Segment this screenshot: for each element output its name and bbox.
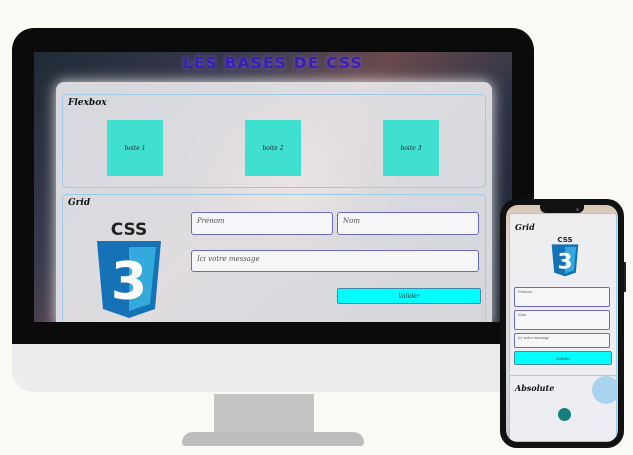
flex-box-1: boite 1: [107, 120, 163, 176]
firstname-field[interactable]: Prénom: [191, 212, 333, 235]
mobile-absolute-title: Absolute: [515, 383, 555, 393]
page-panel: Flexbox boite 1 boite 2 boite 3 Grid CSS…: [56, 82, 492, 322]
flex-box-3: boite 3: [383, 120, 439, 176]
desktop-screen: LES BASES DE CSS Flexbox boite 1 boite 2…: [34, 52, 512, 322]
flex-box-2: boite 2: [245, 120, 301, 176]
monitor-stand-base: [182, 432, 364, 446]
desktop-monitor: LES BASES DE CSS Flexbox boite 1 boite 2…: [12, 28, 534, 392]
absolute-circle-light: [592, 376, 618, 404]
mobile-submit-button[interactable]: Valider: [514, 351, 612, 365]
grid-title: Grid: [68, 198, 91, 208]
css3-logo-icon: CSS 3: [97, 220, 161, 318]
flexbox-title: Flexbox: [68, 98, 107, 108]
mobile-css3-logo-number: 3: [557, 250, 572, 275]
phone-screen: Grid CSS 3 Prénom Nom Ici votre message …: [506, 205, 618, 442]
phone-camera-icon: [576, 208, 579, 211]
mobile-grid-title: Grid: [515, 222, 535, 232]
lastname-field[interactable]: Nom: [337, 212, 479, 235]
grid-section: Grid CSS 3 Prénom Nom Ici votre message …: [62, 194, 486, 322]
mobile-firstname-field[interactable]: Prénom: [514, 287, 610, 307]
css3-logo-text: CSS: [111, 220, 148, 240]
message-field[interactable]: Ici votre message: [191, 250, 479, 272]
absolute-circle-dark: [558, 408, 571, 421]
mobile-message-field[interactable]: Ici votre message: [514, 333, 610, 348]
submit-button[interactable]: Valider: [337, 288, 481, 304]
phone-device: Grid CSS 3 Prénom Nom Ici votre message …: [500, 199, 624, 448]
mobile-css3-logo-icon: CSS 3: [551, 235, 579, 277]
site-title: LES BASES DE CSS: [182, 54, 364, 72]
flexbox-section: Flexbox boite 1 boite 2 boite 3: [62, 94, 486, 188]
monitor-bezel: LES BASES DE CSS Flexbox boite 1 boite 2…: [12, 28, 534, 344]
mobile-lastname-field[interactable]: Nom: [514, 310, 610, 330]
mobile-css3-logo-text: CSS: [557, 235, 572, 244]
mobile-grid-section: Grid CSS 3 Prénom Nom Ici votre message …: [509, 213, 617, 377]
css3-logo-number: 3: [111, 252, 147, 312]
